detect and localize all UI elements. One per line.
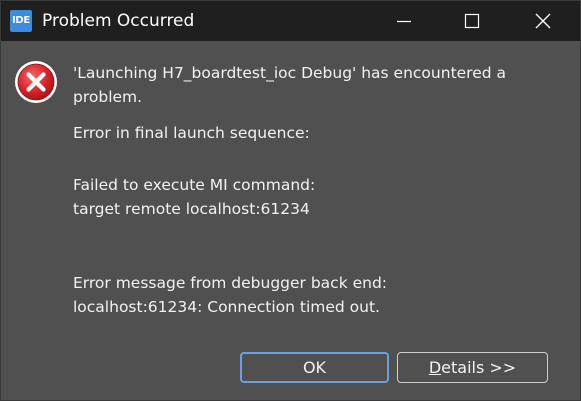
problem-dialog: IDE Problem Occurred 'Launching H7_board… [0,0,581,401]
error-detail-line: Error in final launch sequence: [73,124,310,142]
error-headline-line-2: problem. [73,88,143,106]
maximize-button[interactable] [438,1,506,41]
error-headline-line-1: 'Launching H7_boardtest_ioc Debug' has e… [73,64,507,82]
details-mnemonic: D [428,358,442,377]
details-button[interactable]: Details >> [397,352,548,383]
error-headline: 'Launching H7_boardtest_ioc Debug' has e… [73,61,506,109]
details-label-rest: etails >> [441,358,517,377]
window-title: Problem Occurred [42,11,195,31]
minimize-button[interactable] [370,1,438,41]
error-icon [15,61,57,103]
close-button[interactable] [506,1,580,41]
error-detail-line: Error message from debugger back end: [73,274,388,292]
maximize-icon [464,13,480,29]
ok-button[interactable]: OK [240,352,389,383]
title-bar: IDE Problem Occurred [1,1,580,41]
minimize-icon [397,20,411,23]
close-icon [535,13,551,29]
ide-app-icon: IDE [10,10,32,32]
error-detail-line: Failed to execute MI command: [73,176,316,194]
error-detail-line: localhost:61234: Connection timed out. [73,298,380,316]
error-detail-line: target remote localhost:61234 [73,200,310,218]
